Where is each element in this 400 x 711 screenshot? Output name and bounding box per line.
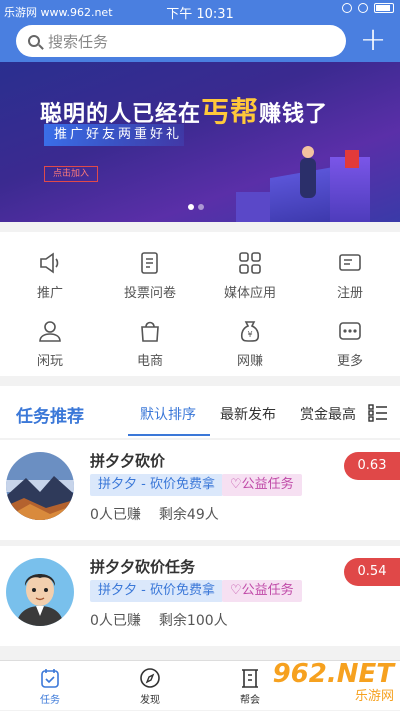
status-bar: 乐游网 www.962.net 下午 10:31: [0, 0, 400, 22]
task-card[interactable]: 拼夕夕砍价任务 拼夕夕 - 砍价免费拿 ♡公益任务 0人已赚 剩余100人 0.5…: [0, 546, 400, 646]
task-tabs: 任务推荐 默认排序 最新发布 赏金最高: [0, 386, 400, 438]
task-tag-charity: ♡公益任务: [222, 474, 302, 496]
task-tag-category: 拼夕夕 - 砍价免费拿: [90, 580, 223, 602]
carousel-dot[interactable]: [198, 204, 204, 210]
status-icons: [342, 3, 394, 13]
watermark-small: 乐游网: [354, 688, 394, 704]
task-card[interactable]: 拼夕夕砍价 拼夕夕 - 砍价免费拿 ♡公益任务 0人已赚 剩余49人 0.63: [0, 440, 400, 540]
category-label: 更多: [336, 354, 363, 369]
active-tab-indicator: [128, 434, 210, 436]
category-label: 注册: [336, 286, 363, 301]
nav-discover[interactable]: 发现: [110, 661, 190, 711]
tab-highest-reward[interactable]: 赏金最高: [300, 404, 356, 424]
task-icon: [39, 667, 61, 689]
task-earned-count: 0人已赚: [90, 613, 141, 629]
task-earned-count: 0人已赚: [90, 507, 141, 523]
task-name: 拼夕夕砍价: [90, 452, 166, 470]
task-price-badge: 0.54: [344, 558, 400, 586]
banner-promo: 推广好友两重好礼: [44, 124, 184, 146]
category-online-earn[interactable]: ¥ 网赚: [200, 308, 300, 372]
compass-icon: [139, 667, 161, 689]
status-time: 下午 10:31: [166, 7, 234, 22]
red-envelope-icon: [345, 150, 359, 168]
task-meta: 0人已赚 剩余100人: [90, 610, 246, 630]
more-dots-icon: [337, 318, 363, 344]
task-meta: 0人已赚 剩余49人: [90, 504, 237, 524]
carousel-dot[interactable]: [188, 204, 194, 210]
category-label: 推广: [36, 286, 63, 301]
nav-label: 任务: [40, 695, 60, 706]
task-remaining-count: 剩余100人: [158, 613, 228, 629]
location-icon: [342, 3, 352, 13]
alarm-icon: [358, 3, 368, 13]
banner-headline-highlight: 丐帮: [201, 95, 260, 128]
nav-label: 发现: [140, 695, 160, 706]
search-placeholder: 搜索任务: [48, 32, 109, 51]
category-more[interactable]: 更多: [300, 308, 400, 372]
search-input[interactable]: 搜索任务: [16, 25, 346, 57]
section-title: 任务推荐: [16, 407, 84, 427]
register-card-icon: [337, 250, 363, 276]
join-button[interactable]: 点击加入: [44, 166, 98, 182]
list-view-icon[interactable]: [368, 404, 388, 422]
svg-text:¥: ¥: [247, 330, 252, 339]
search-icon: [28, 35, 40, 47]
banner-headline-suffix: 赚钱了: [259, 102, 329, 127]
category-media[interactable]: 媒体应用: [200, 240, 300, 304]
money-bag-icon: ¥: [237, 318, 263, 344]
promo-banner[interactable]: 聪明的人已经在丐帮赚钱了 推广好友两重好礼 点击加入: [0, 62, 400, 222]
task-tag-charity: ♡公益任务: [222, 580, 302, 602]
clipboard-icon: [137, 250, 163, 276]
category-promote[interactable]: 推广: [0, 240, 100, 304]
header: 搜索任务 +: [0, 22, 400, 62]
carousel-dots[interactable]: [188, 204, 204, 210]
task-name: 拼夕夕砍价任务: [90, 558, 196, 576]
tab-default-sort[interactable]: 默认排序: [140, 404, 196, 424]
shopping-bag-icon: [137, 318, 163, 344]
category-label: 投票问卷: [123, 286, 176, 301]
battery-icon: [374, 3, 394, 13]
category-label: 闲玩: [36, 354, 63, 369]
category-survey[interactable]: 投票问卷: [100, 240, 200, 304]
category-grid: 推广 投票问卷 媒体应用 注册 闲玩 电商 ¥ 网赚 更多: [0, 232, 400, 376]
category-ecommerce[interactable]: 电商: [100, 308, 200, 372]
add-icon[interactable]: +: [358, 23, 388, 55]
task-tag-category: 拼夕夕 - 砍价免费拿: [90, 474, 223, 496]
nav-tasks[interactable]: 任务: [10, 661, 90, 711]
avatar: [6, 558, 74, 626]
category-leisure[interactable]: 闲玩: [0, 308, 100, 372]
category-label: 网赚: [236, 354, 263, 369]
person-illustration: [300, 146, 316, 198]
grid-icon: [237, 250, 263, 276]
tab-newest[interactable]: 最新发布: [220, 404, 276, 424]
category-register[interactable]: 注册: [300, 240, 400, 304]
category-label: 电商: [136, 354, 163, 369]
task-price-badge: 0.63: [344, 452, 400, 480]
task-remaining-count: 剩余49人: [158, 507, 219, 523]
guild-icon: [239, 667, 261, 689]
speaker-icon: [37, 250, 63, 276]
category-label: 媒体应用: [223, 286, 276, 301]
corner-watermark: 962.NET 乐游网: [264, 655, 394, 707]
person-icon: [37, 318, 63, 344]
avatar: [6, 452, 74, 520]
